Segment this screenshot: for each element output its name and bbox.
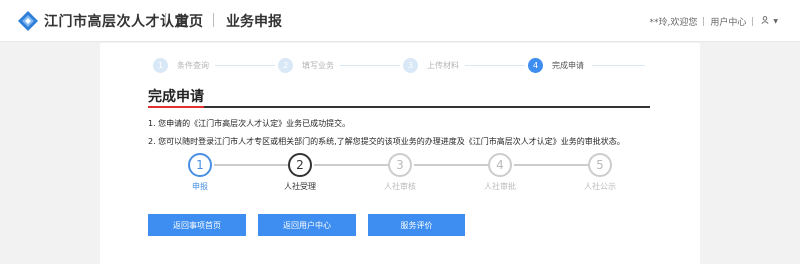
header-divider [213,13,214,27]
progress-step-accept: 2 人社受理 [260,153,340,192]
site-brand[interactable]: 江门市高层次人才认定 [44,11,189,31]
wizard-connector [340,65,400,66]
wizard-step-1: 1 条件查询 [153,58,209,73]
user-greeting: **玲,欢迎您 [649,18,698,28]
progress-circle: 5 [588,153,612,177]
main-panel: 1 条件查询 2 填写业务 3 上传材料 4 完成申请 完成申请 1. 您申请的… [100,43,700,264]
back-to-user-center-button[interactable]: 返回用户中心 [258,214,356,236]
progress-circle: 2 [288,153,312,177]
logo-icon [18,11,38,31]
step-label: 填写业务 [302,61,334,70]
wizard-step-4: 4 完成申请 [528,58,584,73]
step-number: 2 [278,58,293,73]
nav-home[interactable]: 首页 [175,11,203,31]
progress-circle: 1 [188,153,212,177]
progress-circle: 3 [388,153,412,177]
wizard-connector [215,65,275,66]
person-icon[interactable] [761,16,769,27]
progress-label: 人社审核 [384,182,416,191]
progress-label: 人社受理 [284,182,316,191]
progress-step-review: 3 人社审核 [360,153,440,192]
top-header: 江门市高层次人才认定 首页 业务申报 **玲,欢迎您 用户中心 ▼ [0,0,800,42]
header-divider [165,13,166,27]
service-evaluation-button[interactable]: 服务评价 [368,214,465,236]
wizard-connector [592,65,645,66]
wizard-step-2: 2 填写业务 [278,58,334,73]
wizard-connector [465,65,525,66]
step-number: 1 [153,58,168,73]
user-center-link[interactable]: 用户中心 [710,15,746,28]
caret-down-icon[interactable]: ▼ [773,18,778,25]
progress-step-apply: 1 申报 [160,153,240,192]
progress-label: 人社公示 [584,182,616,191]
title-underline [148,106,650,108]
progress-step-approve: 4 人社审批 [460,153,540,192]
step-label: 条件查询 [177,61,209,70]
wizard-step-3: 3 上传材料 [403,58,459,73]
user-area: **玲,欢迎您 用户中心 ▼ [649,15,778,28]
back-to-home-button[interactable]: 返回事项首页 [148,214,246,236]
divider [703,17,705,26]
progress-hint-message: 2. 您可以随时登录江门市人才专区或相关部门的系统,了解您提交的该项业务的办理进… [148,137,625,146]
divider [752,17,754,26]
success-message: 1. 您申请的《江门市高层次人才认定》业务已成功提交。 [148,119,351,128]
step-label: 上传材料 [427,61,459,70]
step-number: 4 [528,58,543,73]
progress-label: 申报 [192,182,208,191]
title-accent-bar [148,106,204,108]
nav-business-apply[interactable]: 业务申报 [226,11,282,31]
progress-label: 人社审批 [484,182,516,191]
progress-circle: 4 [488,153,512,177]
step-label: 完成申请 [552,61,584,70]
step-number: 3 [403,58,418,73]
section-title: 完成申请 [148,89,204,105]
progress-step-publicize: 5 人社公示 [560,153,640,192]
